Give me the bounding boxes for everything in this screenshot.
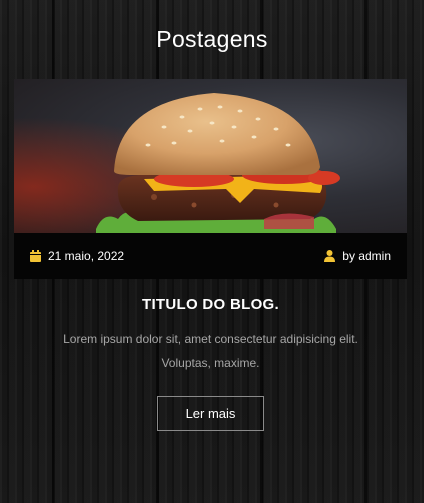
- calendar-icon: [30, 250, 41, 262]
- post-card: 21 maio, 2022 by admin TITULO DO BLOG. L…: [14, 79, 407, 431]
- post-title: TITULO DO BLOG.: [142, 296, 279, 313]
- post-image: [14, 79, 407, 233]
- burger-image: [14, 79, 407, 233]
- read-more-button[interactable]: Ler mais: [157, 396, 264, 431]
- post-author-text: by admin: [342, 249, 391, 263]
- post-date-text: 21 maio, 2022: [48, 249, 125, 263]
- post-meta-bar: 21 maio, 2022 by admin: [14, 233, 407, 279]
- post-excerpt: Lorem ipsum dolor sit, amet consectetur …: [63, 332, 358, 370]
- post-author: by admin: [324, 249, 391, 263]
- post-date: 21 maio, 2022: [30, 249, 124, 263]
- user-icon: [324, 250, 336, 262]
- page-title: Postagens: [156, 26, 268, 52]
